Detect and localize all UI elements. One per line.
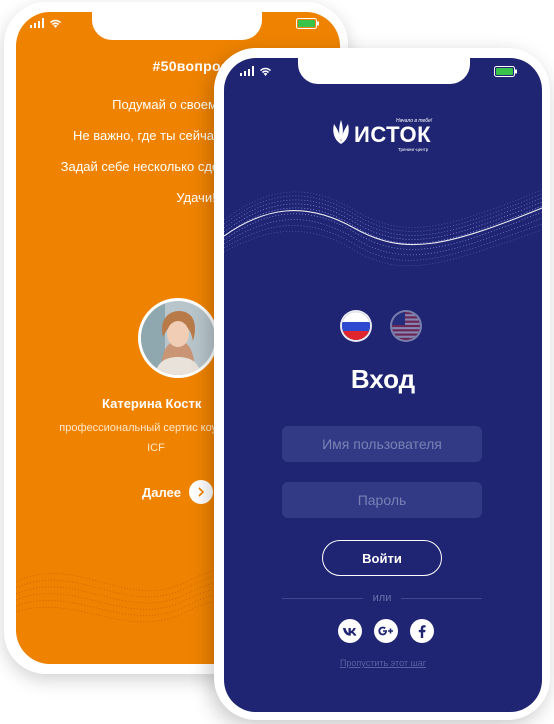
front-phone: Начало в тебе! ИСТОК Тренинг-центр Вход … [214, 48, 550, 720]
battery-icon [494, 66, 517, 77]
page-title: Вход [350, 364, 416, 394]
front-status-indicators [240, 66, 272, 76]
author-name: Катерина Костк [102, 396, 202, 411]
logo-word: ИСТОК [354, 122, 432, 147]
login-button[interactable]: Войти [322, 540, 442, 576]
back-status-indicators [30, 18, 62, 28]
signal-icon [240, 66, 254, 76]
skip-link[interactable]: Пропустить этот шаг [224, 658, 542, 668]
ru-flag-icon[interactable] [342, 312, 370, 340]
language-switcher [342, 312, 420, 340]
vk-icon[interactable] [338, 619, 362, 643]
decorative-wave [224, 189, 542, 267]
author-avatar [138, 298, 218, 378]
divider-line [401, 597, 482, 599]
password-input[interactable] [282, 482, 482, 518]
next-label: Далее [142, 484, 182, 500]
wifi-icon [49, 19, 62, 28]
divider-line [282, 597, 363, 599]
front-phone-notch [298, 58, 470, 84]
us-flag-icon[interactable] [392, 312, 420, 340]
signal-icon [30, 18, 44, 28]
leaf-logo-icon [333, 120, 349, 144]
app-showcase: #50вопросов_и Подумай о своем жел цели. … [0, 0, 554, 724]
battery-icon [296, 18, 319, 29]
username-input[interactable] [282, 426, 482, 462]
or-divider: или [282, 592, 482, 604]
next-button[interactable]: Далее [142, 480, 214, 504]
social-login [338, 619, 434, 643]
or-label: или [372, 592, 392, 604]
istok-logo: Начало в тебе! ИСТОК Тренинг-центр [330, 116, 440, 156]
login-screen: Начало в тебе! ИСТОК Тренинг-центр Вход … [224, 58, 542, 712]
facebook-icon[interactable] [410, 619, 434, 643]
wifi-icon [259, 67, 272, 76]
avatar-portrait [141, 301, 215, 375]
google-plus-icon[interactable] [374, 619, 398, 643]
chevron-right-icon [189, 480, 214, 504]
back-phone-notch [92, 12, 262, 40]
logo-subtitle: Тренинг-центр [398, 147, 429, 152]
